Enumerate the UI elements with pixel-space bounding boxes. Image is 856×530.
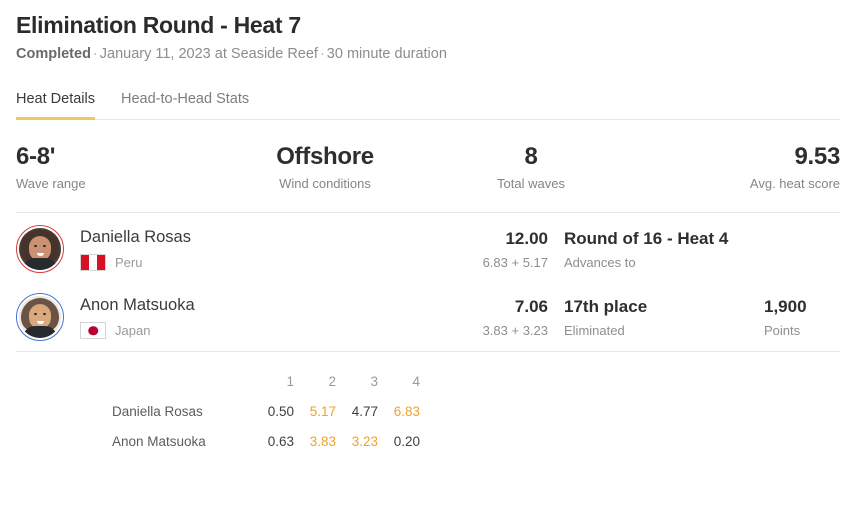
- table-row: Anon Matsuoka 0.63 3.83 3.23 0.20: [112, 426, 420, 456]
- athlete-score-breakdown: 6.83 + 5.17: [482, 254, 548, 270]
- wave-score-cell: 5.17: [309, 403, 336, 419]
- stat-wave-range: 6-8' Wave range: [16, 142, 222, 192]
- wave-scores-section: 1 2 3 4 Daniella Rosas 0.50 5.17 4.77 6.…: [16, 366, 840, 456]
- athlete-country: Peru: [80, 254, 191, 271]
- stat-wind-conditions-value: Offshore: [276, 143, 374, 170]
- heat-meta: Completed · January 11, 2023 at Seaside Re…: [16, 44, 840, 64]
- wave-scores-table: 1 2 3 4 Daniella Rosas 0.50 5.17 4.77 6.…: [112, 366, 420, 456]
- athlete-result-value: 17th place: [564, 296, 648, 316]
- athlete-total-score: 7.06: [514, 296, 548, 316]
- heat-date-location: January 11, 2023 at Seaside Reef: [99, 46, 318, 62]
- athlete-text: Daniella Rosas Peru: [80, 227, 191, 271]
- stat-wind-conditions: Offshore Wind conditions: [222, 142, 428, 192]
- stat-total-waves-value: 8: [524, 143, 538, 170]
- heat-duration: 30 minute duration: [326, 46, 447, 62]
- avatar-ring: [16, 225, 64, 273]
- heat-header: Elimination Round - Heat 7 Completed · Jan…: [16, 0, 840, 64]
- table-row[interactable]: Daniella Rosas Peru 12.00 6.83 + 5.17 Ro…: [16, 215, 840, 283]
- athlete-points-value: 1,900: [764, 296, 807, 316]
- athlete-result-value: Round of 16 - Heat 4: [564, 228, 729, 248]
- table-row[interactable]: Anon Matsuoka Japan 7.06 3.83 + 3.23 17t…: [16, 283, 840, 351]
- stat-avg-heat-score: 9.53 Avg. heat score: [634, 142, 840, 192]
- stat-wind-conditions-label: Wind conditions: [279, 176, 371, 191]
- wave-row-athlete: Anon Matsuoka: [112, 433, 206, 449]
- athlete-identity[interactable]: Anon Matsuoka Japan: [16, 293, 428, 341]
- table-row: Daniella Rosas 0.50 5.17 4.77 6.83: [112, 396, 420, 426]
- athlete-score-breakdown: 3.83 + 3.23: [482, 322, 548, 338]
- tab-bar: Heat Details Head-to-Head Stats: [16, 86, 840, 120]
- stat-avg-heat-score-label: Avg. heat score: [749, 176, 840, 191]
- wave-score-cell: 0.63: [267, 433, 294, 449]
- stat-total-waves: 8 Total waves: [428, 142, 634, 192]
- tab-head-to-head-stats[interactable]: Head-to-Head Stats: [121, 90, 249, 120]
- wave-table-header-row: 1 2 3 4: [112, 366, 420, 396]
- wave-score-cell: 0.50: [267, 403, 294, 419]
- stat-wave-range-label: Wave range: [16, 176, 86, 191]
- athlete-score: 7.06 3.83 + 3.23: [428, 296, 548, 339]
- athlete-total-score: 12.00: [505, 228, 548, 248]
- athlete-points: 1,900 Points: [748, 296, 840, 339]
- meta-separator-2: ·: [319, 46, 325, 62]
- avatar-ring: [16, 293, 64, 341]
- avatar[interactable]: [16, 225, 64, 273]
- wave-column-4: 4: [412, 373, 420, 389]
- athlete-country: Japan: [80, 322, 195, 339]
- athlete-result-label: Eliminated: [564, 322, 625, 338]
- divider-below-athletes: [16, 351, 840, 352]
- athlete-country-label: Japan: [115, 322, 151, 338]
- heat-summary-stats: 6-8' Wave range Offshore Wind conditions…: [16, 142, 840, 192]
- athlete-result-label: Advances to: [564, 254, 636, 270]
- peru-flag-icon: [80, 254, 106, 271]
- japan-flag-icon: [80, 322, 106, 339]
- athlete-metrics: 7.06 3.83 + 3.23 17th place Eliminated 1…: [428, 296, 840, 339]
- meta-separator-1: ·: [92, 46, 98, 62]
- athlete-result: Round of 16 - Heat 4 Advances to: [548, 228, 748, 271]
- wave-score-cell: 4.77: [351, 403, 378, 419]
- heat-detail-page: Elimination Round - Heat 7 Completed · Jan…: [0, 0, 856, 530]
- athlete-text: Anon Matsuoka Japan: [80, 295, 195, 339]
- wave-score-cell: 3.83: [309, 433, 336, 449]
- athlete-name[interactable]: Daniella Rosas: [80, 227, 191, 248]
- wave-table-corner: [112, 366, 252, 396]
- status-badge: Completed: [16, 46, 91, 62]
- wave-column-3: 3: [370, 373, 378, 389]
- tab-heat-details[interactable]: Heat Details: [16, 90, 95, 120]
- athlete-identity[interactable]: Daniella Rosas Peru: [16, 225, 428, 273]
- athlete-country-label: Peru: [115, 254, 143, 270]
- wave-row-athlete: Daniella Rosas: [112, 403, 203, 419]
- athlete-list: Daniella Rosas Peru 12.00 6.83 + 5.17 Ro…: [16, 213, 840, 351]
- stat-avg-heat-score-value: 9.53: [794, 143, 840, 170]
- athlete-points-label: Points: [764, 322, 801, 338]
- wave-score-cell: 3.23: [351, 433, 378, 449]
- wave-column-1: 1: [286, 373, 294, 389]
- stat-wave-range-value: 6-8': [16, 143, 56, 170]
- stat-total-waves-label: Total waves: [497, 176, 565, 191]
- athlete-points: [748, 228, 840, 232]
- wave-score-cell: 6.83: [393, 403, 420, 419]
- athlete-metrics: 12.00 6.83 + 5.17 Round of 16 - Heat 4 A…: [428, 228, 840, 271]
- wave-score-cell: 0.20: [393, 433, 420, 449]
- athlete-name[interactable]: Anon Matsuoka: [80, 295, 195, 316]
- page-title: Elimination Round - Heat 7: [16, 12, 301, 38]
- avatar[interactable]: [16, 293, 64, 341]
- athlete-result: 17th place Eliminated: [548, 296, 748, 339]
- wave-column-2: 2: [328, 373, 336, 389]
- athlete-score: 12.00 6.83 + 5.17: [428, 228, 548, 271]
